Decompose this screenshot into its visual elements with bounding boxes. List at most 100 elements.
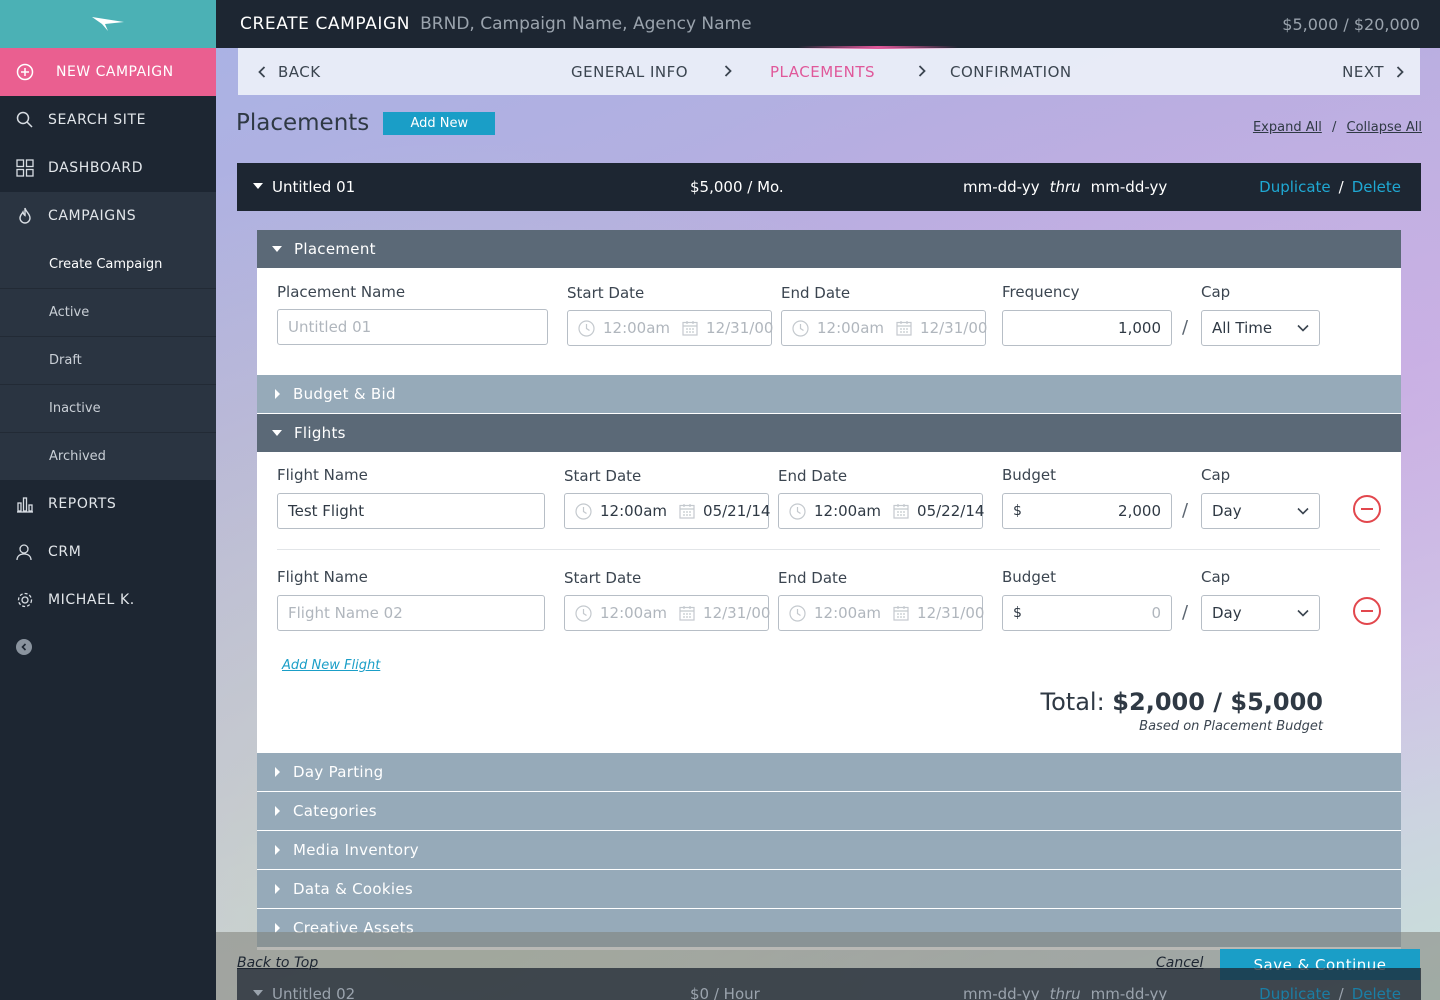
sidebar-item-reports[interactable]: REPORTS [0,480,216,528]
flight-budget-input[interactable]: $ 2,000 [1002,493,1172,529]
caret-right-icon [275,845,280,855]
budget-label: Budget [1002,568,1056,586]
gear-icon [16,591,34,609]
submenu-item-inactive[interactable]: Inactive [0,384,216,432]
slash-separator: / [1182,500,1189,521]
caret-right-icon [275,389,280,399]
submenu-item-draft[interactable]: Draft [0,336,216,384]
delete-link[interactable]: Delete [1352,178,1401,196]
cap-label: Cap [1201,283,1231,301]
chevron-down-icon [1297,507,1309,515]
duplicate-link[interactable]: Duplicate [1259,985,1330,1000]
flight-divider [277,549,1380,550]
add-new-flight-link[interactable]: Add New Flight [282,658,380,673]
section-placement[interactable]: Placement [257,230,1401,268]
placement-start-date-input[interactable]: 12:00am 12/31/00 [567,310,773,346]
section-media-inventory[interactable]: Media Inventory [257,831,1401,869]
add-new-placement-button[interactable]: Add New [383,111,496,135]
step-general-info[interactable]: GENERAL INFO [571,63,688,81]
main-content: CREATE CAMPAIGN BRND, Campaign Name, Age… [216,0,1440,1000]
budget-label: Budget [1002,466,1056,484]
page-subtitle: BRND, Campaign Name, Agency Name [420,14,752,34]
placement-actions: Duplicate / Delete [1259,985,1401,1000]
paper-plane-icon [92,17,124,31]
flight-end-date-input[interactable]: 12:00am 12/31/00 [778,595,984,631]
section-budget-bid[interactable]: Budget & Bid [257,375,1401,413]
chevron-down-icon [1297,609,1309,617]
calendar-icon [893,605,909,621]
placement-end-date-input[interactable]: 12:00am 12/31/00 [781,310,987,346]
clock-icon [789,502,806,520]
sidebar-item-user[interactable]: MICHAEL K. [0,576,216,624]
sidebar-item-campaigns[interactable]: CAMPAIGNS [0,192,216,240]
flight-cap-select[interactable]: Day [1201,595,1320,631]
users-icon [16,543,34,561]
logo[interactable] [0,0,216,48]
total-value: $2,000 / $5,000 [1112,688,1323,716]
start-date-label: Start Date [567,284,645,302]
flight-start-date-input[interactable]: 12:00am 05/21/14 [564,493,770,529]
campaign-budget: $5,000 / $20,000 [1282,14,1420,34]
step-placements[interactable]: PLACEMENTS [770,63,875,81]
collapse-all-link[interactable]: Collapse All [1347,120,1423,135]
clock-icon [575,604,592,622]
sidebar-item-dashboard[interactable]: DASHBOARD [0,144,216,192]
placement-name-input[interactable]: Untitled 01 [277,309,548,345]
delete-link[interactable]: Delete [1352,985,1401,1000]
new-campaign-button[interactable]: NEW CAMPAIGN [0,48,216,96]
placement-actions: Duplicate / Delete [1259,178,1401,196]
step-confirmation[interactable]: CONFIRMATION [950,63,1072,81]
flight-name-input[interactable]: Test Flight [277,493,545,529]
duplicate-link[interactable]: Duplicate [1259,178,1330,196]
placement-header-untitled-01[interactable]: Untitled 01 $5,000 / Mo. mm-dd-yy thru mm-… [237,163,1421,211]
chevron-right-icon [1396,65,1404,78]
section-label: Day Parting [293,763,384,781]
frequency-input[interactable]: 1,000 [1002,310,1172,346]
flights-total: Total: $2,000 / $5,000 [1041,688,1323,716]
end-date-label: End Date [778,569,848,587]
slash-separator: / [1182,602,1189,623]
back-button[interactable]: BACK [258,63,321,81]
end-date-label: End Date [781,284,851,302]
flight-budget-input[interactable]: $ 0 [1002,595,1172,631]
cap-label: Cap [1201,466,1231,484]
clock-icon [578,319,595,337]
next-button[interactable]: NEXT [1342,63,1404,81]
frequency-cap-select[interactable]: All Time [1201,310,1320,346]
caret-right-icon [275,806,280,816]
remove-flight-icon[interactable] [1353,495,1381,523]
section-day-parting[interactable]: Day Parting [257,753,1401,791]
caret-right-icon [275,767,280,777]
section-flights[interactable]: Flights [257,414,1401,452]
collapse-sidebar-icon[interactable] [16,639,32,655]
flight-cap-select[interactable]: Day [1201,493,1320,529]
slash-separator: / [1182,317,1189,338]
calendar-icon [896,320,912,336]
placement-name: Untitled 02 [272,985,356,1000]
next-label: NEXT [1342,62,1384,81]
placement-header-untitled-02[interactable]: Untitled 02 $0 / Hour mm-dd-yy thru mm-dd-… [237,968,1421,1000]
start-date-text: mm-dd-yy [963,178,1040,196]
expand-all-link[interactable]: Expand All [1253,120,1322,135]
submenu-item-create-campaign[interactable]: Create Campaign [0,240,216,288]
flight-start-date-input[interactable]: 12:00am 12/31/00 [564,595,770,631]
end-date-text: mm-dd-yy [1090,985,1168,1000]
section-data-cookies[interactable]: Data & Cookies [257,870,1401,908]
placement-price: $0 / Hour [690,985,760,1000]
submenu-item-archived[interactable]: Archived [0,432,216,480]
remove-flight-icon[interactable] [1353,597,1381,625]
placement-name: Untitled 01 [272,178,356,196]
section-categories[interactable]: Categories [257,792,1401,830]
placement-name-label: Placement Name [277,283,406,301]
sidebar-item-crm[interactable]: CRM [0,528,216,576]
submenu-item-active[interactable]: Active [0,288,216,336]
flight-name-input[interactable]: Flight Name 02 [277,595,545,631]
sidebar-item-search-site[interactable]: SEARCH SITE [0,96,216,144]
caret-down-icon [253,183,263,189]
thru-text: thru [1049,178,1081,196]
placement-price: $5,000 / Mo. [690,178,784,196]
search-icon [16,111,34,129]
sidebar-item-label: CAMPAIGNS [48,208,137,224]
section-label: Categories [293,802,377,820]
flight-end-date-input[interactable]: 12:00am 05/22/14 [778,493,984,529]
